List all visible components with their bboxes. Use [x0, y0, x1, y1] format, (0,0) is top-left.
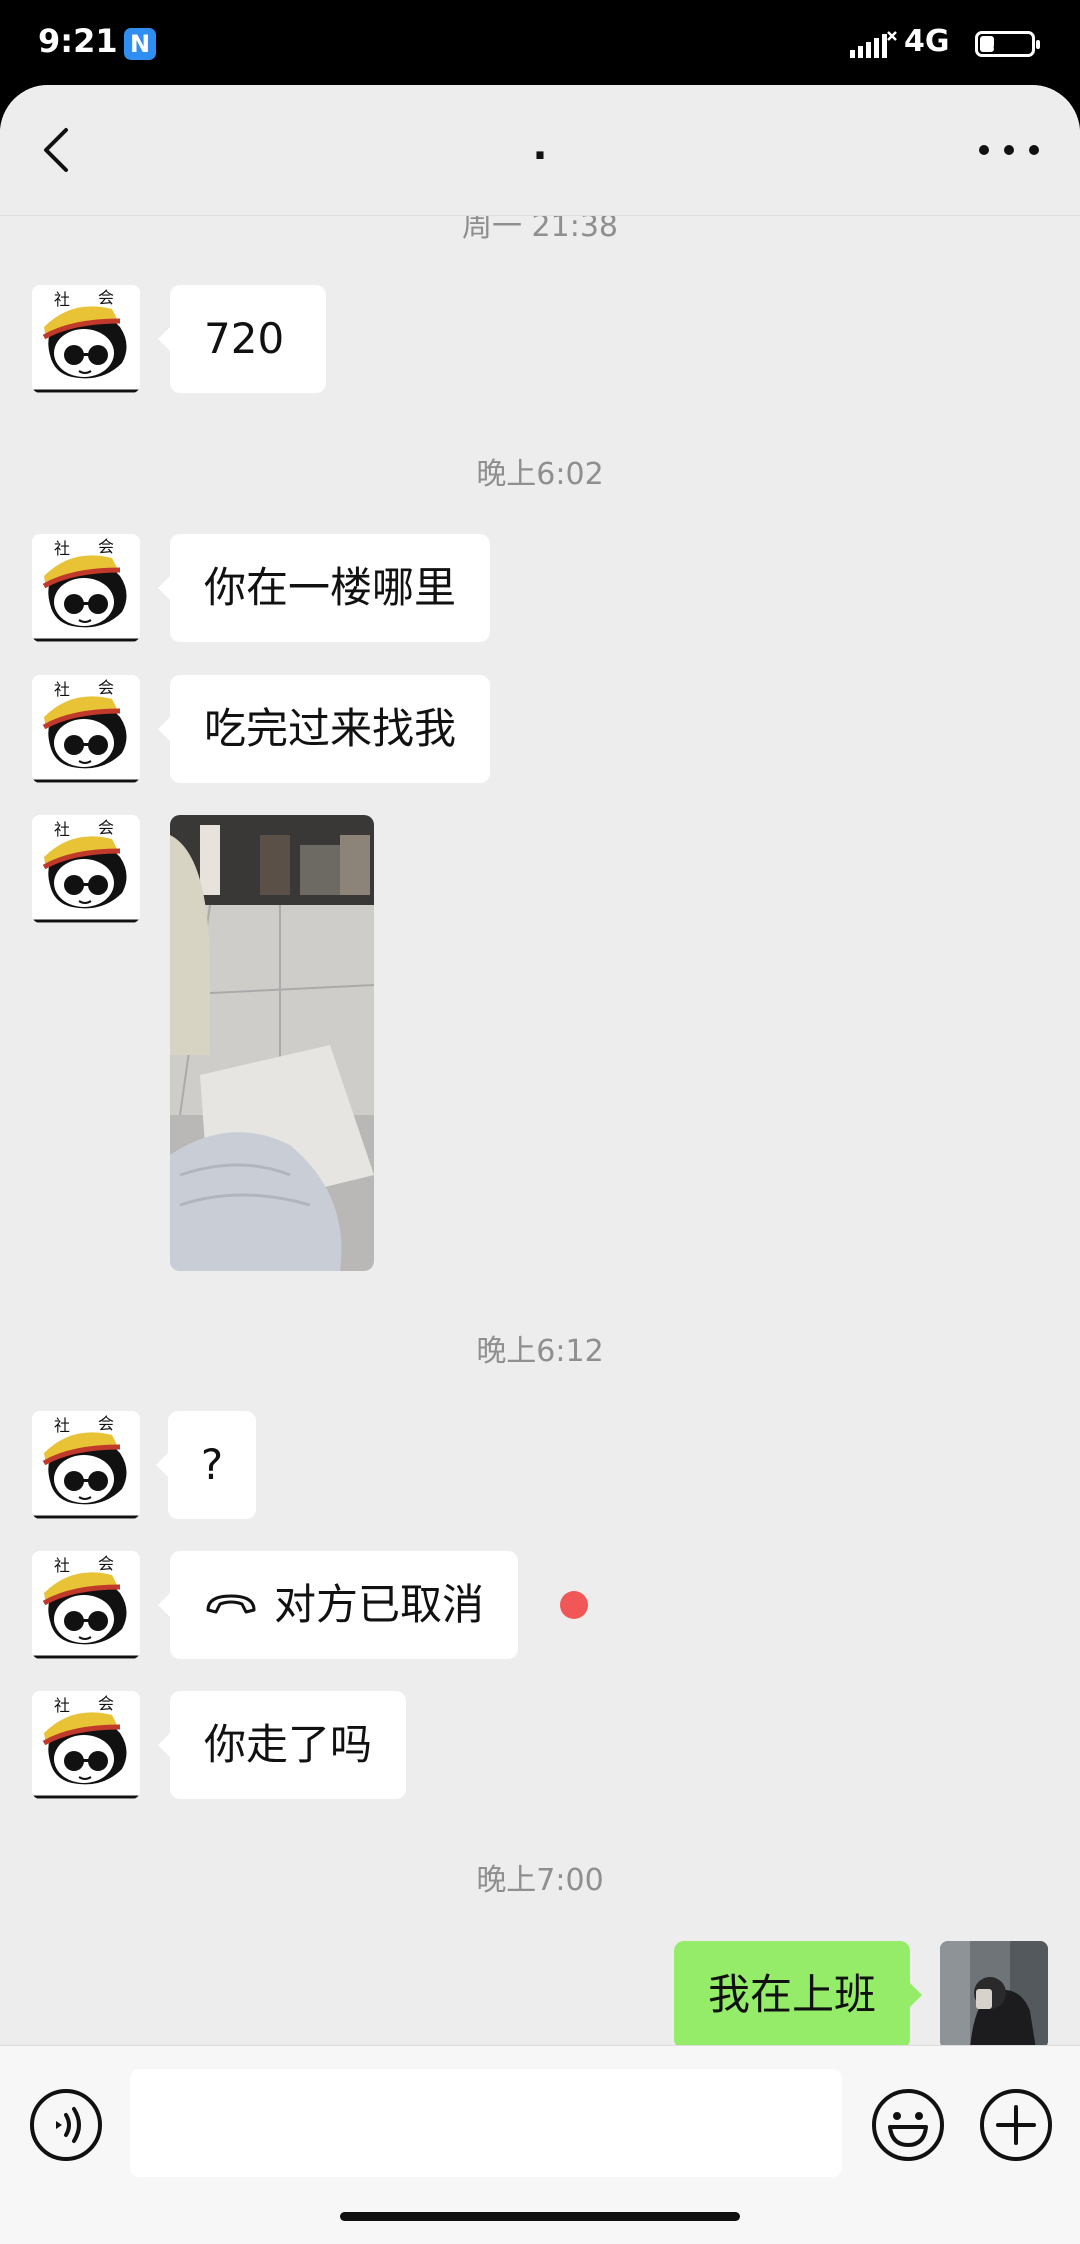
battery-percentage: 33 [992, 33, 1018, 54]
cartoon-avatar-icon: 社 会 [32, 1691, 140, 1799]
cartoon-avatar-icon: 社 会 [32, 534, 140, 642]
message-bubble[interactable]: 吃完过来找我 [157, 675, 491, 783]
status-time: 9:21 [38, 22, 118, 60]
app-notification-icon: N [124, 28, 156, 60]
network-type: 4G [904, 24, 950, 59]
voice-input-button[interactable] [28, 2087, 104, 2163]
cartoon-avatar-icon: 社 会 [32, 1551, 140, 1659]
contact-avatar[interactable]: 社 会 [32, 285, 140, 393]
contact-avatar[interactable]: 社 会 [32, 1551, 140, 1659]
contact-avatar[interactable]: 社 会 [32, 675, 140, 783]
avatar-badge-left: 社 [54, 290, 70, 309]
cartoon-avatar-icon: 社 会 [32, 675, 140, 783]
avatar-badge-right: 会 [98, 678, 114, 697]
avatar-badge-left: 社 [54, 680, 70, 699]
avatar-badge-left: 社 [54, 1416, 70, 1435]
message-input[interactable] [130, 2069, 842, 2177]
avatar-badge-right: 会 [98, 537, 114, 556]
timestamp: 晚上6:12 [476, 1334, 604, 1369]
selfie-avatar-image [940, 1941, 1048, 2045]
avatar-badge-right: 会 [98, 288, 114, 307]
avatar-badge-right: 会 [98, 1554, 114, 1573]
canteen-photo-image [170, 815, 374, 1271]
my-avatar[interactable] [940, 1941, 1048, 2045]
chat-title: . [532, 123, 548, 169]
call-record-bubble[interactable]: 对方已取消 [157, 1551, 519, 1659]
more-functions-button[interactable] [978, 2087, 1054, 2163]
message-bubble[interactable]: ? [156, 1411, 256, 1519]
avatar-badge-left: 社 [54, 1556, 70, 1575]
call-status-text: 对方已取消 [274, 1580, 485, 1629]
chat-header: . [0, 85, 1080, 216]
status-bar: 9:21 N 4G 33 [0, 0, 1080, 90]
battery-icon: 33 [975, 31, 1040, 57]
contact-avatar[interactable]: 社 会 [32, 534, 140, 642]
message-bubble[interactable]: 720 [158, 285, 326, 393]
message-bubble[interactable]: 你走了吗 [157, 1691, 407, 1799]
signal-icon [850, 31, 897, 58]
chat-screen: . 周一 21:38 社 会 720 晚上6:02 社 会 你在一楼哪里 社 会… [0, 85, 1080, 2244]
more-options-button[interactable] [974, 135, 1044, 165]
phone-hangup-icon [206, 1594, 256, 1613]
emoji-button[interactable] [870, 2087, 946, 2163]
timestamp: 晚上7:00 [476, 1863, 604, 1898]
avatar-badge-left: 社 [54, 820, 70, 839]
avatar-badge-right: 会 [98, 1694, 114, 1713]
message-list[interactable]: 周一 21:38 社 会 720 晚上6:02 社 会 你在一楼哪里 社 会 吃… [0, 215, 1080, 2045]
cartoon-avatar-icon: 社 会 [32, 815, 140, 923]
avatar-badge-left: 社 [54, 1696, 70, 1715]
unread-dot [560, 1591, 588, 1619]
contact-avatar[interactable]: 社 会 [32, 1691, 140, 1799]
cartoon-avatar-icon: 社 会 [32, 285, 140, 393]
avatar-badge-right: 会 [98, 818, 114, 837]
timestamp: 晚上6:02 [476, 457, 604, 492]
photo-message[interactable] [170, 815, 374, 1271]
outgoing-message-bubble[interactable]: 我在上班 [673, 1941, 923, 2045]
avatar-badge-right: 会 [98, 1414, 114, 1433]
cartoon-avatar-icon: 社 会 [32, 1411, 140, 1519]
message-bubble[interactable]: 你在一楼哪里 [157, 534, 491, 642]
contact-avatar[interactable]: 社 会 [32, 1411, 140, 1519]
contact-avatar[interactable]: 社 会 [32, 815, 140, 923]
timestamp: 周一 21:38 [462, 215, 618, 244]
avatar-badge-left: 社 [54, 539, 70, 558]
home-indicator[interactable] [340, 2212, 740, 2221]
